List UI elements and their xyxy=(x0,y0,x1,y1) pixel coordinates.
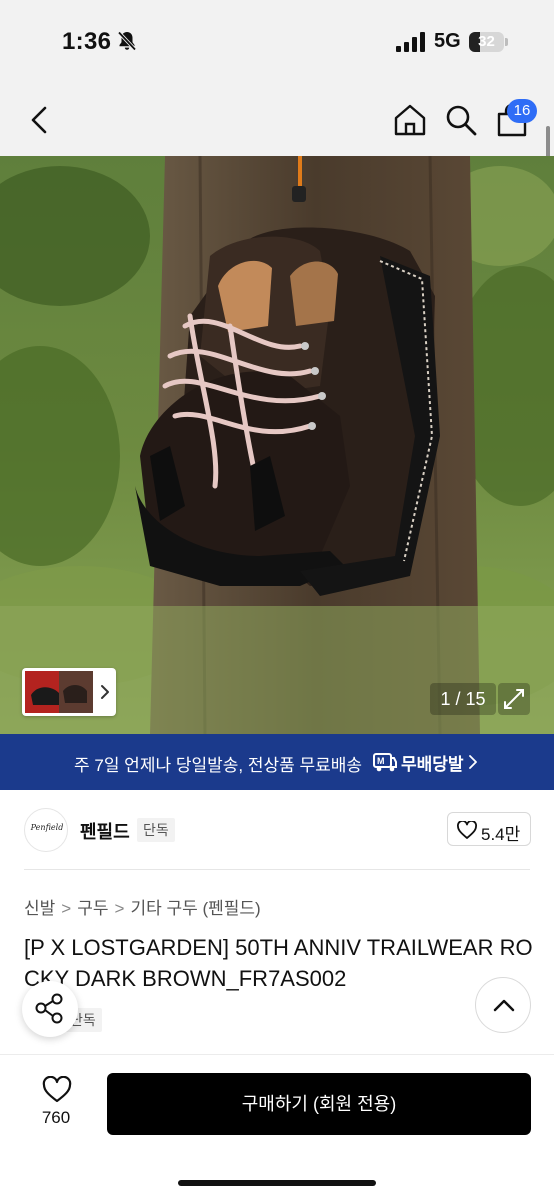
chevron-right-icon xyxy=(469,755,477,769)
bell-slash-icon xyxy=(117,31,137,51)
delivery-promo-banner[interactable]: 주 7일 언제나 당일발송, 전상품 무료배송 M 무배당발 xyxy=(0,734,554,790)
heart-icon xyxy=(457,821,477,839)
signal-icon xyxy=(396,32,425,52)
battery-icon: 32 xyxy=(469,32,509,52)
divider xyxy=(24,869,530,870)
search-icon[interactable] xyxy=(443,102,479,138)
breadcrumb-item[interactable]: 구두 xyxy=(77,899,108,918)
brand-logo-text: Penfield xyxy=(30,823,64,832)
chevron-up-icon xyxy=(493,999,515,1012)
home-icon[interactable] xyxy=(392,102,428,138)
breadcrumb-item[interactable]: 기타 구두 (펜필드) xyxy=(130,899,260,918)
share-button[interactable] xyxy=(22,981,78,1037)
brand-like-button[interactable]: 5.4만 xyxy=(447,812,531,846)
expand-icon[interactable] xyxy=(498,683,530,715)
status-time: 1:36 xyxy=(62,28,112,55)
chevron-right-icon xyxy=(101,685,109,699)
image-counter: 1 / 15 xyxy=(430,683,496,715)
scroll-top-button[interactable] xyxy=(475,977,531,1033)
product-title: [P X LOSTGARDEN] 50TH ANNIV TRAILWEAR RO… xyxy=(24,935,533,991)
cart-count-badge: 16 xyxy=(507,99,537,123)
breadcrumb-separator-icon: > xyxy=(114,899,125,918)
battery-level: 32 xyxy=(478,33,495,50)
network-type: 5G xyxy=(434,30,461,52)
delivery-icon: M xyxy=(373,753,397,772)
brand-like-count: 5.4만 xyxy=(481,825,521,844)
buy-button[interactable]: 구매하기 (회원 전용) xyxy=(107,1073,531,1135)
back-arrow-icon[interactable] xyxy=(22,102,58,138)
svg-text:M: M xyxy=(377,756,385,766)
app-header xyxy=(0,84,554,156)
thumbnail-image xyxy=(25,671,93,713)
promo-text: 주 7일 언제나 당일발송, 전상품 무료배송 xyxy=(74,756,363,775)
status-bar: 1:36 5G 32 xyxy=(0,0,554,84)
home-indicator[interactable] xyxy=(178,1180,376,1186)
brand-logo[interactable]: Penfield xyxy=(24,808,68,852)
product-image[interactable] xyxy=(0,156,554,734)
share-icon xyxy=(35,993,63,1024)
breadcrumb-separator-icon: > xyxy=(61,899,72,918)
breadcrumb-item[interactable]: 신발 xyxy=(24,899,55,918)
wish-count: 760 xyxy=(41,1108,71,1127)
brand-exclusive-tag: 단독 xyxy=(137,818,175,842)
promo-brand: 무배당발 xyxy=(401,755,464,774)
brand-name[interactable]: 펜필드 xyxy=(80,818,130,844)
breadcrumb: 신발 > 구두 > 기타 구두 (펜필드) xyxy=(24,894,261,919)
heart-icon[interactable] xyxy=(42,1076,72,1104)
